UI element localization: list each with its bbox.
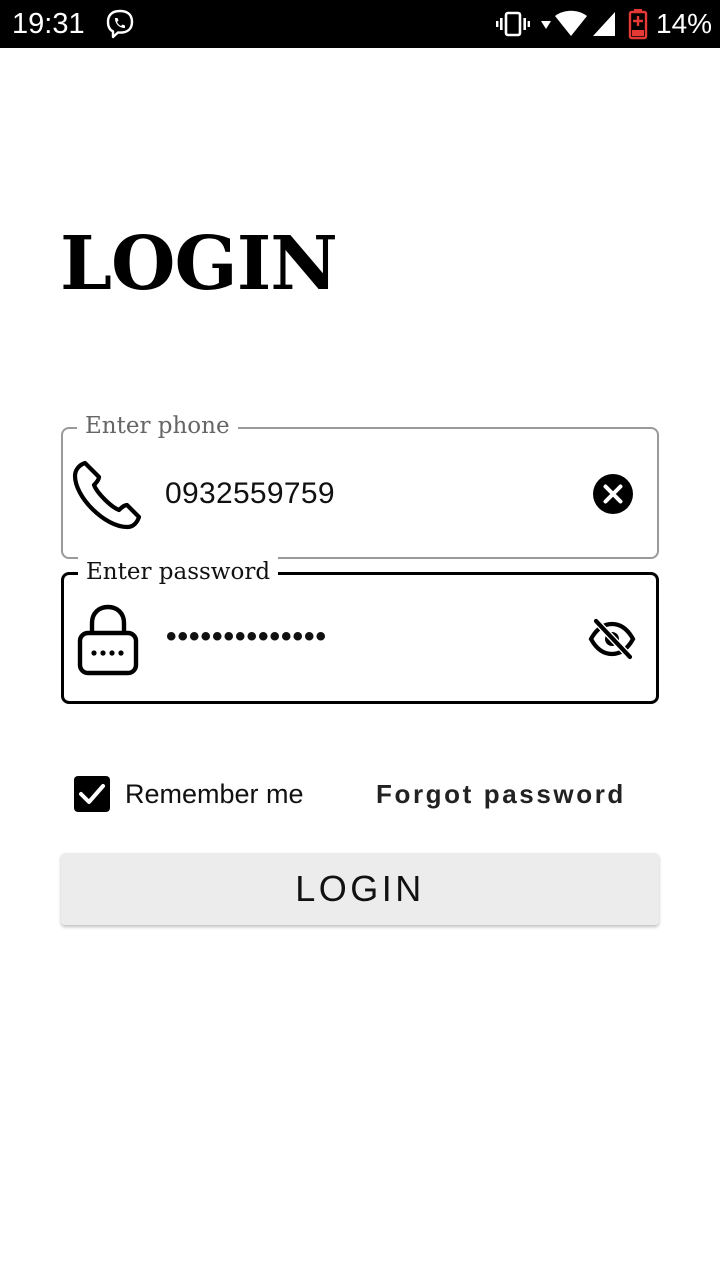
lock-icon: [77, 604, 139, 676]
viber-icon: [106, 9, 134, 39]
status-bar: 19:31 14%: [0, 0, 720, 48]
vibrate-icon: [496, 11, 530, 37]
battery-low-icon: [628, 9, 648, 40]
checkmark-icon: [79, 784, 105, 804]
forgot-password-link[interactable]: Forgot password: [376, 777, 626, 811]
password-field-label: Enter password: [78, 557, 279, 587]
signal-icon: [593, 12, 615, 36]
status-time: 19:31: [12, 8, 85, 40]
clear-icon[interactable]: [592, 473, 634, 515]
wifi-icon: [555, 10, 587, 36]
phone-input[interactable]: 0932559759: [165, 474, 335, 514]
phone-field-label: Enter phone: [77, 411, 238, 441]
remember-checkbox[interactable]: [74, 776, 110, 812]
password-input[interactable]: ••••••••••••••: [166, 617, 327, 657]
remember-label[interactable]: Remember me: [125, 777, 304, 811]
phone-icon: [72, 460, 142, 530]
visibility-off-icon[interactable]: [588, 617, 636, 661]
login-button[interactable]: LOGIN: [61, 853, 659, 925]
page-title: LOGIN: [60, 221, 338, 307]
data-arrow-icon: [541, 21, 551, 29]
password-field[interactable]: Enter password ••••••••••••••: [61, 557, 659, 704]
phone-field[interactable]: Enter phone 0932559759: [61, 411, 659, 559]
status-battery-percent: 14%: [656, 8, 713, 39]
